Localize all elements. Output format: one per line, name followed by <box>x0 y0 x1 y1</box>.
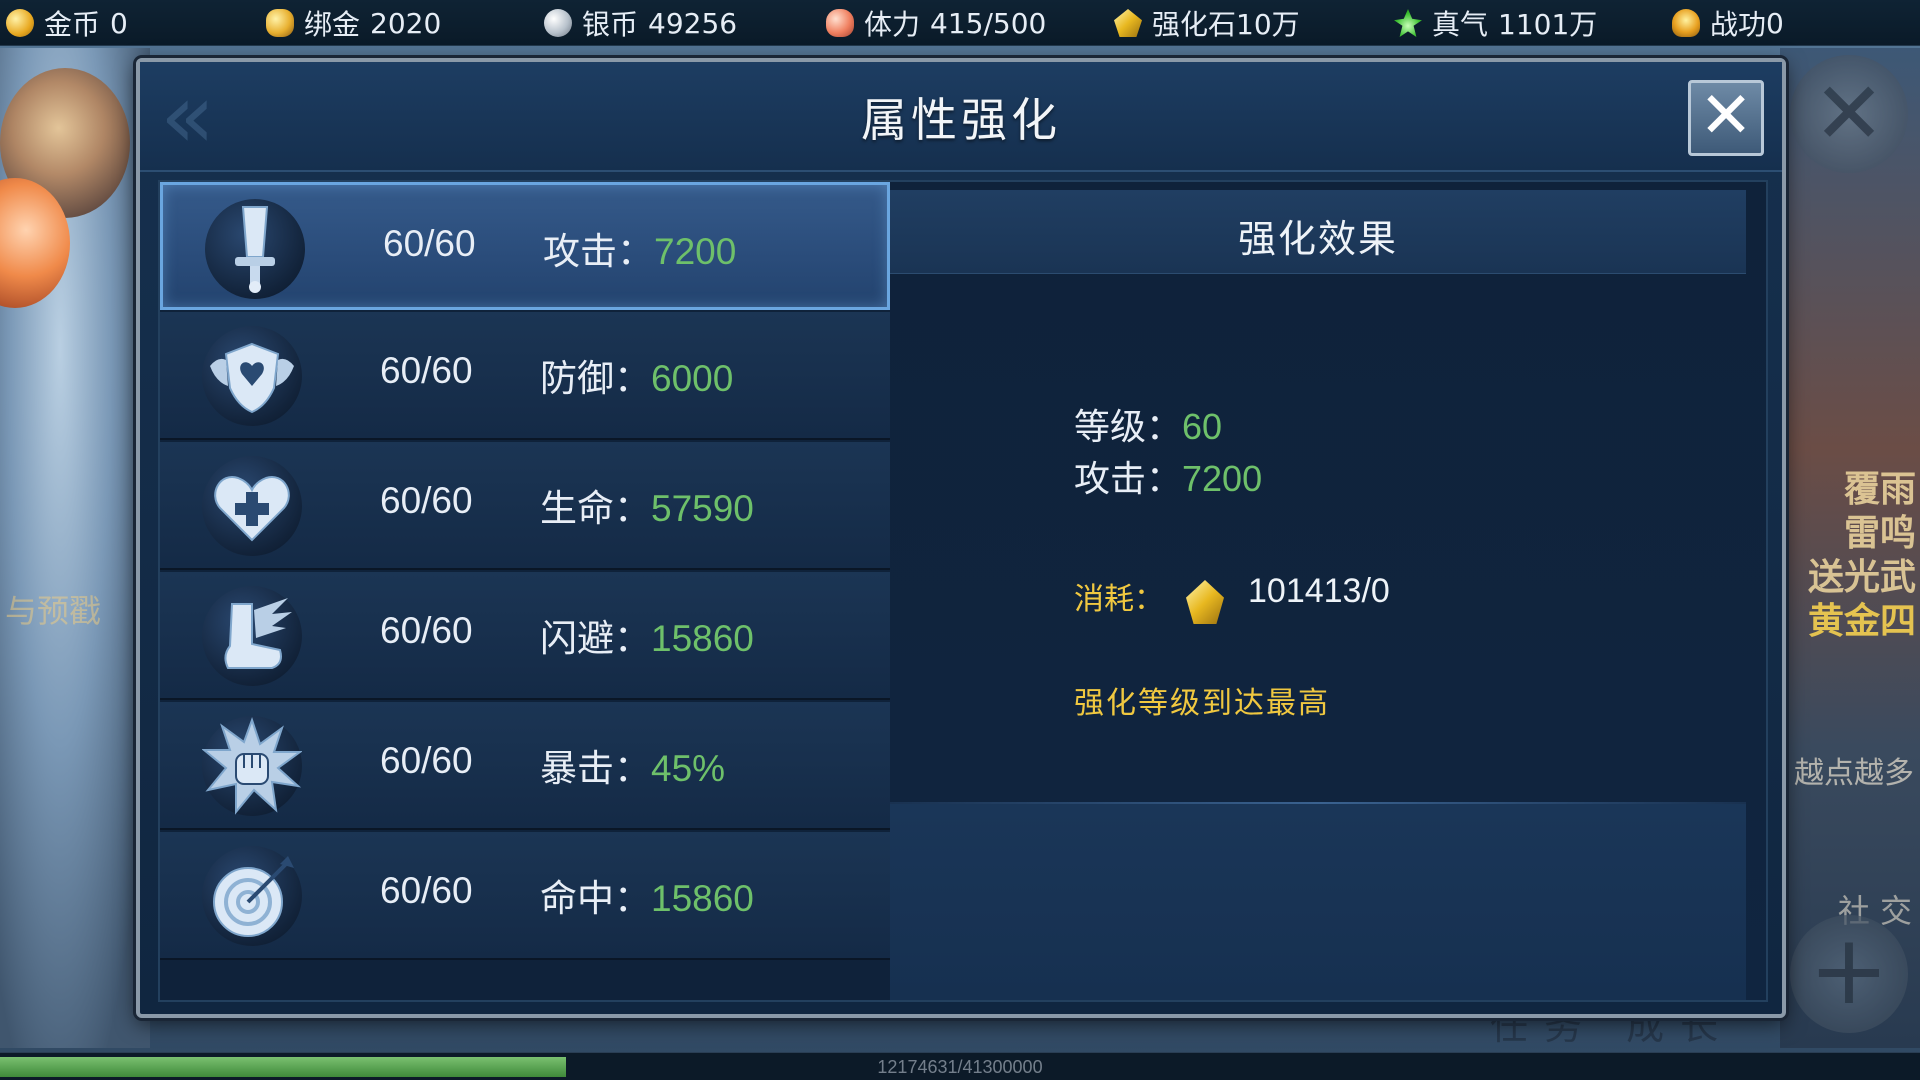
resource-bound-gold: 绑金 2020 <box>266 6 441 41</box>
resource-true-qi: 真气 1101万 <box>1394 6 1597 41</box>
enhance-effect-panel: 强化效果 等级：60 攻击：7200 消耗： 101413/0 强化等级到达最高 <box>890 182 1766 1000</box>
attribute-value: 7200 <box>654 231 737 272</box>
attribute-row-accuracy[interactable]: 60/60 命中：15860 <box>160 832 890 960</box>
effect-stat-line: 攻击：7200 <box>1074 458 1263 500</box>
attribute-level: 60/60 <box>380 870 473 911</box>
merit-icon <box>1672 9 1700 37</box>
cost-value: 101413/0 <box>1248 572 1390 610</box>
attribute-value: 15860 <box>651 878 754 919</box>
attribute-label: 暴击：45% <box>540 747 726 790</box>
attribute-row-health[interactable]: 60/60 生命：57590 <box>160 442 890 570</box>
attribute-label: 闪避：15860 <box>540 617 754 660</box>
gold-coin-icon <box>6 9 34 37</box>
enhance-stone-icon <box>1186 580 1224 624</box>
promo-subtitle[interactable]: 越点越多 <box>1794 748 1914 792</box>
attribute-row-critical[interactable]: 60/60 暴击：45% <box>160 702 890 830</box>
effect-stat-value: 7200 <box>1182 458 1263 499</box>
promo-banner[interactable]: 覆雨 雷鸣 送光武 黄金四 <box>1780 468 1920 644</box>
attribute-row-dodge[interactable]: 60/60 闪避：15860 <box>160 572 890 700</box>
attribute-row-defense[interactable]: 60/60 防御：6000 <box>160 312 890 440</box>
resource-silver: 银币 49256 <box>544 6 737 41</box>
background-right-scene: 覆雨 雷鸣 送光武 黄金四 越点越多 社 交 <box>1780 48 1920 1048</box>
true-qi-icon <box>1394 9 1422 37</box>
attribute-value: 6000 <box>651 358 734 399</box>
attribute-value: 57590 <box>651 488 754 529</box>
attribute-row-attack[interactable]: 60/60 攻击：7200 <box>160 182 890 310</box>
effect-footer <box>890 804 1746 1000</box>
effect-level-value: 60 <box>1182 406 1223 447</box>
resource-bar: 金币 0 绑金 2020 银币 49256 体力 415/500 强化石 10万 真气 11… <box>0 0 1920 46</box>
burst-fist-icon <box>202 716 302 816</box>
background-plus-icon: + <box>1790 915 1908 1033</box>
resource-stamina[interactable]: 体力 415/500 <box>826 6 1046 41</box>
background-left-scene: 与预戳 <box>0 48 150 1048</box>
background-left-label: 与预戳 <box>5 592 102 630</box>
experience-text: 12174631/41300000 <box>877 1057 1043 1077</box>
dialog-header: « 属性强化 ✕ <box>140 62 1782 172</box>
enhance-stone-icon <box>1114 9 1142 37</box>
max-level-message: 强化等级到达最高 <box>1074 686 1330 721</box>
experience-bar: 12174631/41300000 <box>0 1052 1920 1080</box>
attribute-level: 60/60 <box>380 350 473 391</box>
shield-icon <box>202 326 302 426</box>
winged-boot-icon <box>202 586 302 686</box>
attribute-label: 防御：6000 <box>540 357 734 400</box>
attribute-level: 60/60 <box>383 223 476 264</box>
attribute-label: 攻击：7200 <box>543 230 737 273</box>
close-button[interactable]: ✕ <box>1688 80 1764 156</box>
target-arrow-icon <box>202 846 302 946</box>
cost-label: 消耗： <box>1074 582 1164 617</box>
attribute-label: 生命：57590 <box>540 487 754 530</box>
silver-coin-icon <box>544 9 572 37</box>
resource-merit: 战功 0 <box>1672 6 1784 41</box>
attribute-level: 60/60 <box>380 610 473 651</box>
attribute-level: 60/60 <box>380 740 473 781</box>
heart-cross-icon <box>202 456 302 556</box>
attribute-enhance-dialog: « 属性强化 ✕ 60/60 攻击：7200 60/60 防御：6000 60/… <box>136 58 1786 1018</box>
attribute-label: 命中：15860 <box>540 877 754 920</box>
stamina-icon <box>826 9 854 37</box>
resource-enhance-stone: 强化石 10万 <box>1114 6 1300 41</box>
attribute-list: 60/60 攻击：7200 60/60 防御：6000 60/60 生命：575… <box>160 182 890 1000</box>
sword-icon <box>205 199 305 299</box>
attribute-value: 45% <box>651 748 726 789</box>
dialog-body: 60/60 攻击：7200 60/60 防御：6000 60/60 生命：575… <box>158 180 1768 1002</box>
attribute-level: 60/60 <box>380 480 473 521</box>
background-close-icon: ✕ <box>1790 55 1908 173</box>
attribute-value: 15860 <box>651 618 754 659</box>
dialog-title: 属性强化 <box>861 93 1061 147</box>
bound-gold-icon <box>266 9 294 37</box>
effect-header: 强化效果 <box>890 190 1746 274</box>
effect-title: 强化效果 <box>1237 217 1398 261</box>
effect-level-line: 等级：60 <box>1074 406 1223 448</box>
resource-gold: 金币 0 <box>6 6 128 41</box>
